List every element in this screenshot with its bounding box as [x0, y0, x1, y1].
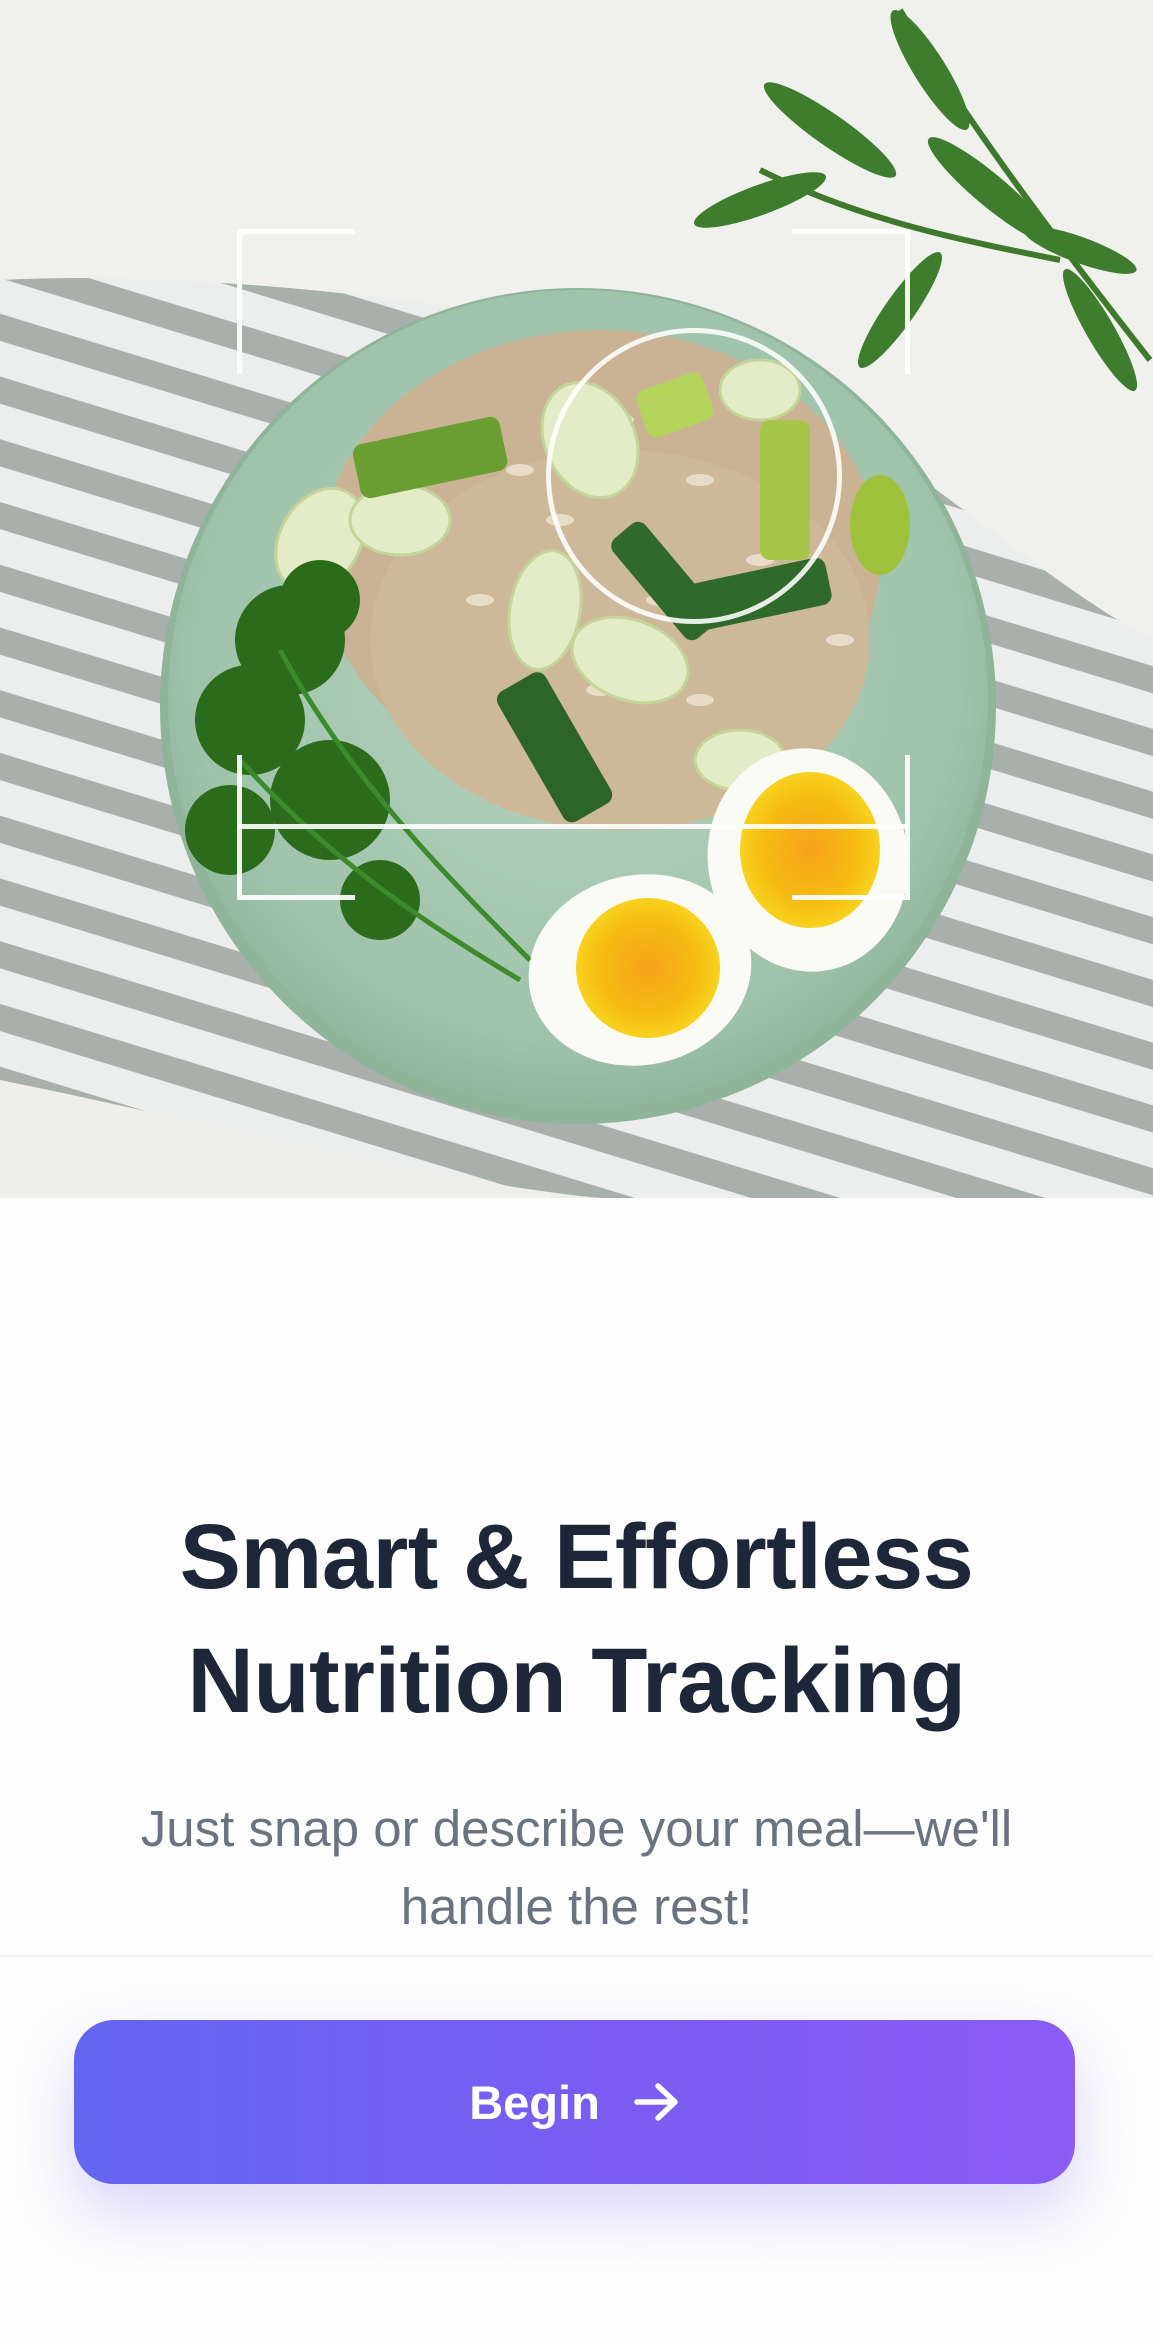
subtitle-line-2: handle the rest! — [400, 1878, 753, 1935]
meal-photo — [0, 0, 1153, 1198]
subtitle-line-1: Just snap or describe your meal—we'll — [140, 1800, 1013, 1857]
page-title: Smart & Effortless Nutrition Tracking — [60, 1495, 1093, 1743]
page-subtitle: Just snap or describe your meal—we'll ha… — [60, 1790, 1093, 1946]
title-line-2: Nutrition Tracking — [187, 1630, 966, 1732]
begin-button-label: Begin — [469, 2075, 600, 2129]
arrow-right-icon — [634, 2083, 678, 2121]
title-line-1: Smart & Effortless — [179, 1506, 974, 1608]
begin-button[interactable]: Begin — [74, 2020, 1075, 2184]
hero-image — [0, 0, 1153, 1198]
footer-divider — [0, 1955, 1153, 1957]
